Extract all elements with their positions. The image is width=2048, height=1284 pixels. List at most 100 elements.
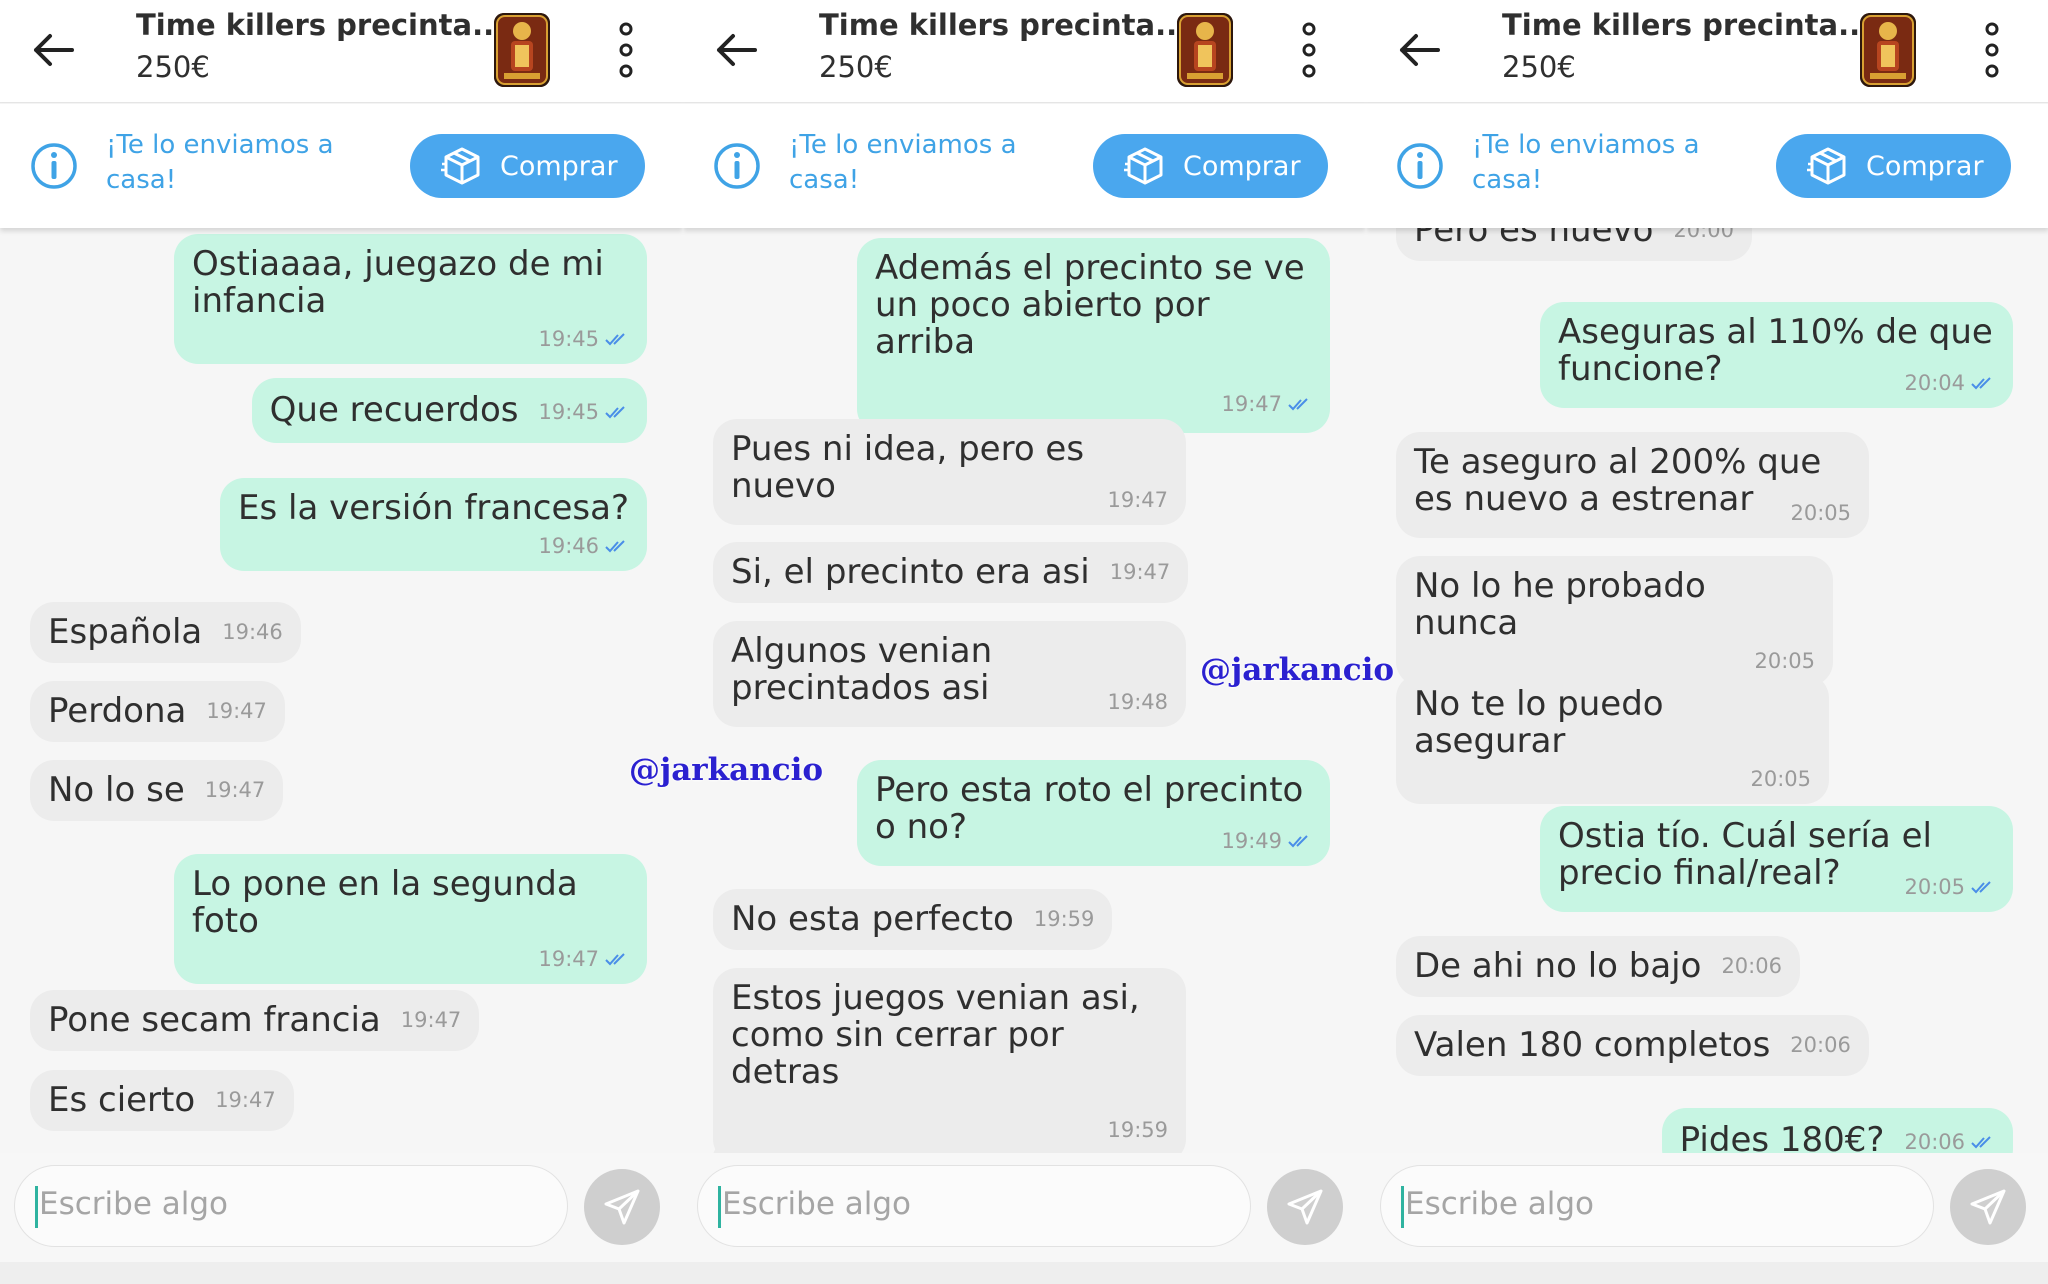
send-button[interactable] (584, 1169, 660, 1245)
message-text: Pone secam francia (48, 1000, 381, 1040)
message-incoming: Te aseguro al 200% que es nuevo a estren… (1396, 432, 1869, 538)
message-text: Además el precinto se ve un poco abierto… (875, 248, 1305, 362)
buy-button-label: Comprar (500, 150, 618, 182)
message-list[interactable]: Ostiaaaa, juegazo de mi infancia 19:45 Q… (0, 228, 683, 1153)
message-text: No lo se (48, 770, 185, 810)
buy-button[interactable]: Comprar (1776, 134, 2011, 198)
message-input-placeholder: Escribe algo (722, 1186, 911, 1222)
back-arrow-icon[interactable] (28, 24, 80, 76)
shipping-text: ¡Te lo enviamos a casa! (1472, 130, 1700, 195)
buy-button[interactable]: Comprar (410, 134, 645, 198)
send-button[interactable] (1267, 1169, 1343, 1245)
shipping-banner: ¡Te lo enviamos a casa! Comprar (1366, 104, 2048, 228)
read-check-icon (1971, 377, 1991, 390)
message-time: 19:47 (215, 1088, 276, 1112)
read-check-icon (1288, 398, 1308, 411)
message-time: 19:45 (538, 400, 599, 424)
message-text: No te lo puedo asegurar (1414, 684, 1664, 761)
message-incoming: No lo he probado nunca 20:05 (1396, 556, 1833, 686)
message-time: 19:46 (538, 534, 599, 558)
message-text: No esta perfecto (731, 899, 1014, 939)
message-text: Valen 180 completos (1414, 1025, 1771, 1065)
product-title[interactable]: Time killers precinta... (1502, 8, 1871, 42)
more-options-icon[interactable] (612, 20, 640, 80)
message-incoming: Pone secam francia 19:47 (30, 990, 480, 1051)
message-incoming: Valen 180 completos 20:06 (1396, 1015, 1869, 1076)
message-time: 19:59 (1107, 1118, 1168, 1142)
watermark-text: @jarkancio (629, 752, 824, 788)
message-time: 20:05 (1904, 875, 1965, 899)
message-incoming: Algunos venian precintados asi 19:48 (713, 621, 1186, 727)
more-options-icon[interactable] (1978, 20, 2006, 80)
message-time: 20:04 (1904, 371, 1965, 395)
product-title[interactable]: Time killers precinta... (819, 8, 1188, 42)
chat-screen-2: Time killers precinta... 250€ ¡Te lo env… (683, 0, 1366, 1262)
box-icon (1124, 147, 1163, 185)
buy-button[interactable]: Comprar (1093, 134, 1328, 198)
message-time: 19:47 (1221, 392, 1282, 416)
message-text: Que recuerdos (269, 390, 519, 430)
product-thumbnail[interactable] (1860, 13, 1916, 87)
message-time: 20:00 (1673, 228, 1734, 242)
message-incoming: Es cierto 19:47 (30, 1070, 294, 1131)
message-text: Estos juegos venian asi, como sin cerrar… (731, 978, 1140, 1092)
message-time: 19:59 (1033, 907, 1095, 931)
info-icon (31, 143, 77, 189)
message-time: 19:48 (1107, 690, 1168, 714)
message-time: 19:47 (1109, 560, 1171, 584)
message-time: 19:47 (400, 1008, 462, 1032)
message-time: 20:05 (1750, 767, 1811, 791)
product-thumbnail[interactable] (494, 13, 550, 87)
message-time: 20:05 (1790, 501, 1851, 525)
next-message-edge (713, 1142, 1053, 1153)
message-text: Si, el precinto era asi (731, 552, 1090, 592)
read-check-icon (1971, 881, 1991, 894)
message-outgoing: Que recuerdos 19:45 (251, 378, 647, 443)
chat-header: Time killers precinta... 250€ (683, 0, 1366, 103)
message-text: No lo he probado nunca (1414, 566, 1706, 643)
info-icon (1397, 143, 1443, 189)
read-check-icon (605, 406, 625, 419)
message-list[interactable]: Pero es nuevo 20:00 Aseguras al 110% de … (1366, 228, 2048, 1153)
message-input[interactable]: Escribe algo (1380, 1165, 1934, 1247)
send-button[interactable] (1950, 1169, 2026, 1245)
chat-screen-1: Time killers precinta... 250€ ¡Te lo env… (0, 0, 683, 1262)
chat-header: Time killers precinta... 250€ (1366, 0, 2048, 103)
message-input[interactable]: Escribe algo (697, 1165, 1251, 1247)
message-time: 19:45 (538, 327, 599, 351)
message-list[interactable]: Además el precinto se ve un poco abierto… (683, 228, 1366, 1153)
message-text: Pides 180€? (1679, 1120, 1885, 1154)
chat-header: Time killers precinta... 250€ (0, 0, 683, 103)
message-outgoing: Ostiaaaa, juegazo de mi infancia 19:45 (174, 234, 647, 364)
message-time: 19:47 (1107, 488, 1168, 512)
message-incoming: Perdona 19:47 (30, 681, 285, 742)
text-caret (1401, 1186, 1404, 1228)
send-icon (604, 1189, 640, 1225)
message-text: Lo pone en la segunda foto (192, 864, 578, 941)
message-incoming: Española 19:46 (30, 602, 301, 663)
message-incoming: No lo se 19:47 (30, 760, 284, 821)
shipping-banner: ¡Te lo enviamos a casa! Comprar (0, 104, 683, 228)
more-options-icon[interactable] (1295, 20, 1323, 80)
message-outgoing: Aseguras al 110% de que funcione? 20:04 (1540, 302, 2013, 408)
back-arrow-icon[interactable] (1394, 24, 1446, 76)
message-text: Pero es nuevo (1414, 228, 1654, 250)
message-input[interactable]: Escribe algo (14, 1165, 568, 1247)
product-thumbnail[interactable] (1177, 13, 1233, 87)
back-arrow-icon[interactable] (711, 24, 763, 76)
message-time: 20:06 (1790, 1033, 1851, 1057)
message-outgoing: Además el precinto se ve un poco abierto… (857, 238, 1330, 433)
message-time: 20:06 (1721, 954, 1782, 978)
send-icon (1970, 1189, 2006, 1225)
info-icon (714, 143, 760, 189)
message-incoming: No esta perfecto 19:59 (713, 889, 1113, 950)
product-title[interactable]: Time killers precinta... (136, 8, 505, 42)
read-check-icon (605, 540, 625, 553)
composer-bar: Escribe algo (0, 1153, 683, 1262)
message-time: 20:05 (1754, 649, 1815, 673)
message-time: 19:46 (222, 620, 283, 644)
message-incoming: De ahi no lo bajo 20:06 (1396, 936, 1800, 997)
message-incoming: Pero es nuevo 20:00 (1396, 228, 1752, 261)
message-text: Es la versión francesa? (238, 488, 629, 528)
message-outgoing: Ostia tío. Cuál sería el precio final/re… (1540, 806, 2013, 912)
